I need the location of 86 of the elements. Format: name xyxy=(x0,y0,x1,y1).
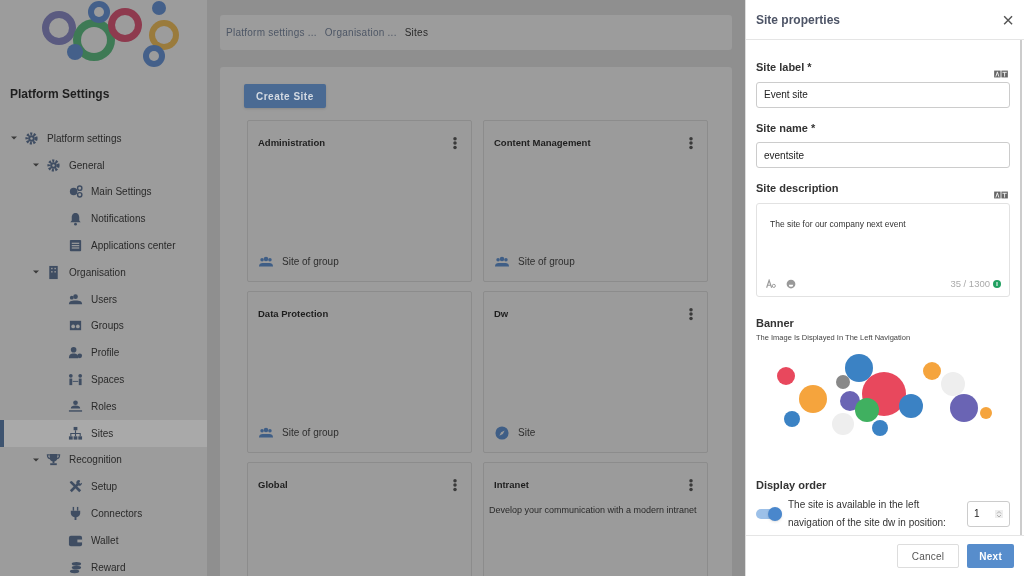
more-options-icon[interactable] xyxy=(689,478,693,493)
spinner-icon xyxy=(995,507,1003,520)
card-title: Content Management xyxy=(494,136,591,150)
users-icon xyxy=(258,254,274,269)
more-options-icon[interactable] xyxy=(689,136,693,151)
emoji-icon xyxy=(786,279,796,290)
card-title: Administration xyxy=(258,136,326,150)
tools-icon xyxy=(68,479,83,495)
sitemap-icon xyxy=(68,425,83,441)
field-label: Site label * xyxy=(756,60,812,75)
breadcrumb-link[interactable]: Platform settings ... xyxy=(226,25,317,40)
drawer-title: Site properties xyxy=(756,11,841,29)
building-icon xyxy=(46,264,61,280)
text-format-icon xyxy=(765,279,777,290)
site-type-label: Site of group xyxy=(282,426,339,440)
sidebar-item[interactable]: Groups xyxy=(0,312,207,340)
profile-icon xyxy=(68,345,83,361)
trophy-icon xyxy=(46,452,61,468)
sidebar-item[interactable]: Main Settings xyxy=(0,178,207,206)
close-button[interactable]: × xyxy=(1002,9,1014,30)
translate-icon[interactable] xyxy=(992,67,1010,80)
cancel-button[interactable]: Cancel xyxy=(896,544,960,568)
sidebar-item[interactable]: Connectors xyxy=(0,500,207,527)
bell-icon xyxy=(68,211,83,227)
number-field[interactable]: 1 xyxy=(967,500,1010,527)
sidebar-item[interactable]: Organisation xyxy=(0,259,207,286)
people-icon xyxy=(68,372,83,388)
sidebar-item[interactable]: Spaces xyxy=(0,366,207,393)
plug-icon xyxy=(68,506,83,522)
sidebar-title: Platform Settings xyxy=(9,86,111,103)
site-card[interactable]: Content Management Site of group xyxy=(483,120,708,282)
toggle-switch[interactable] xyxy=(756,508,782,519)
site-card[interactable]: Administration Site of group xyxy=(247,120,472,282)
sidebar-item[interactable]: Notifications xyxy=(0,205,207,233)
input-field[interactable]: Event site xyxy=(756,81,1010,108)
sidebar-item[interactable]: General xyxy=(0,151,207,179)
input-field[interactable]: eventsite xyxy=(756,142,1010,168)
more-options-icon[interactable] xyxy=(453,478,457,493)
sidebar-item[interactable]: Sites xyxy=(0,419,207,447)
site-type-label: Site of group xyxy=(518,255,575,269)
site-type-label: Site xyxy=(518,426,536,440)
card-title: Global xyxy=(258,478,288,492)
coins-icon xyxy=(68,559,83,575)
gear-icon xyxy=(24,130,39,146)
sidebar-item[interactable]: Wallet xyxy=(0,526,207,554)
card-title: Intranet xyxy=(494,478,529,492)
info-icon xyxy=(993,280,1001,289)
description-editor[interactable]: The site for our company next event 35 / 1300 xyxy=(756,202,1010,297)
field-label: Site description xyxy=(756,181,839,196)
users-icon xyxy=(494,254,510,269)
site-card[interactable]: Dw Site xyxy=(483,291,708,453)
sidebar-item[interactable]: Roles xyxy=(0,392,207,420)
sidebar-item[interactable]: Platform settings xyxy=(0,125,207,152)
site-card[interactable]: Intranet Develop your communication with a modern intranet xyxy=(483,462,708,576)
character-counter: 35 / 1300 xyxy=(950,277,990,292)
sidebar-item[interactable]: Users xyxy=(0,285,207,313)
next-button[interactable]: Next xyxy=(967,544,1014,568)
field-label: Display order xyxy=(756,478,828,494)
more-options-icon[interactable] xyxy=(689,307,693,322)
toggle-description: The site is available in the left navigation of the site dw in position: xyxy=(788,497,947,530)
users-icon xyxy=(68,291,83,307)
banner-label: Banner xyxy=(756,315,795,331)
site-card[interactable]: Global xyxy=(247,462,472,576)
card-title: Data Protection xyxy=(258,307,329,321)
list-icon xyxy=(68,238,83,254)
create-site-button[interactable]: Create Site xyxy=(244,84,326,108)
gears-icon xyxy=(68,184,83,200)
card-description: Develop your communication with a modern intranet xyxy=(489,504,697,518)
card-title: Dw xyxy=(494,307,509,321)
site-card[interactable]: Data Protection Site of group xyxy=(247,291,472,453)
sidebar-item[interactable]: Setup xyxy=(0,473,207,501)
sidebar-item[interactable]: Applications center xyxy=(0,232,207,259)
breadcrumb-link[interactable]: Sites xyxy=(404,25,429,40)
compass-icon xyxy=(494,425,510,440)
sidebar-item[interactable]: Reward xyxy=(0,553,207,576)
translate-icon[interactable] xyxy=(992,188,1010,201)
more-options-icon[interactable] xyxy=(453,136,457,151)
gear-icon xyxy=(46,157,61,173)
site-type-label: Site of group xyxy=(282,255,339,269)
person-desk-icon xyxy=(68,398,83,414)
breadcrumb-link[interactable]: Organisation ... xyxy=(324,25,397,40)
sidebar-item[interactable]: Profile xyxy=(0,339,207,367)
description-text: The site for our company next event xyxy=(769,217,907,231)
sidebar-item[interactable]: Recognition xyxy=(0,446,207,474)
field-label: Site name * xyxy=(756,120,816,136)
users-icon xyxy=(258,425,274,440)
